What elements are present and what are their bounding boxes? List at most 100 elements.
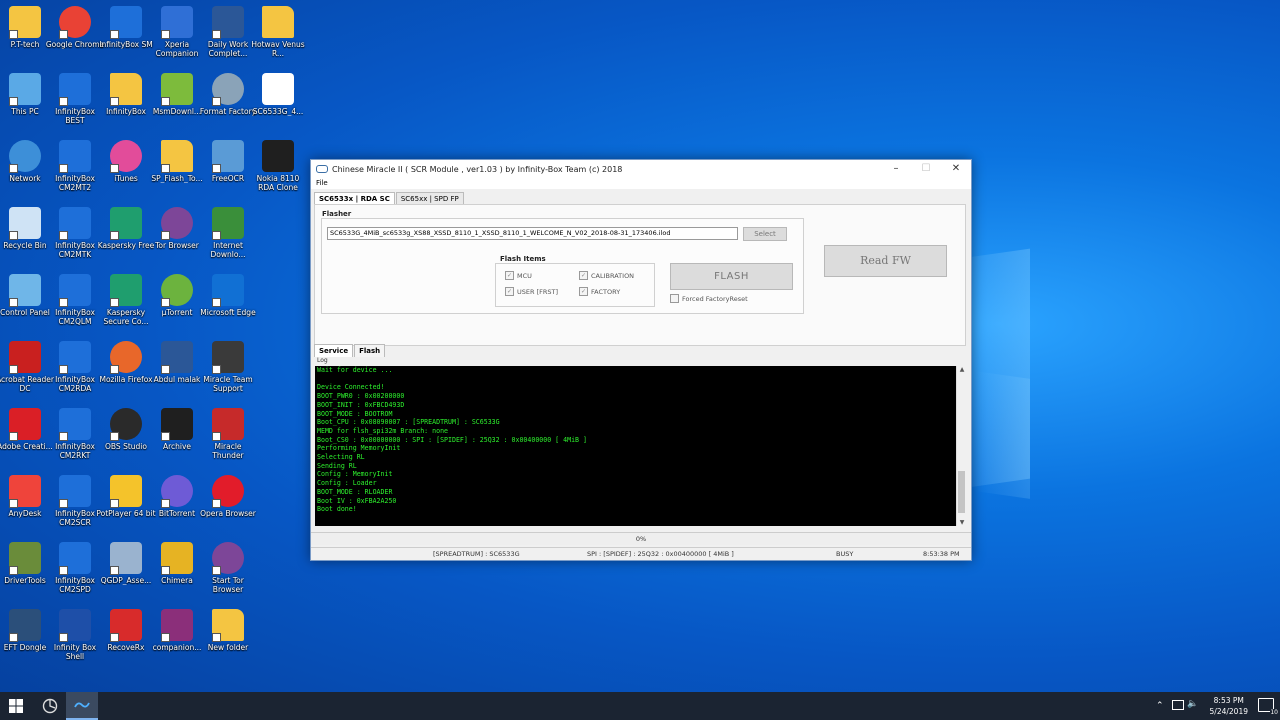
status-state: BUSY (836, 550, 854, 558)
desktop-icon[interactable]: SC6533G_4... (248, 73, 308, 116)
desktop-icon[interactable]: Microsoft Edge (198, 274, 258, 317)
desktop-icon[interactable]: Nokia 8110 RDA Clone (248, 140, 308, 192)
shortcut-arrow-icon (161, 231, 170, 240)
firefox-icon (110, 341, 142, 374)
shortcut-arrow-icon (9, 97, 18, 106)
shortcut-arrow-icon (9, 164, 18, 173)
log-label: Log (317, 357, 328, 364)
folder-icon (161, 140, 193, 173)
chrome-icon (59, 6, 91, 39)
winrar-icon (161, 609, 193, 642)
read-fw-button[interactable]: Read FW (824, 245, 947, 277)
desktop-icon-label: Miracle Thunder (212, 442, 244, 460)
desktop-icon[interactable]: Opera Browser (198, 475, 258, 518)
desktop-icon[interactable]: Hotwav Venus R... (248, 6, 308, 58)
tor-icon (161, 207, 193, 240)
shortcut-arrow-icon (59, 30, 68, 39)
shortcut-arrow-icon (110, 365, 119, 374)
select-button[interactable]: Select (743, 227, 787, 241)
menu-file[interactable]: File (316, 179, 328, 187)
shortcut-arrow-icon (212, 499, 221, 508)
title-bar[interactable]: Chinese Miracle II ( SCR Module , ver1.0… (311, 160, 971, 178)
chevron-up-icon[interactable]: ⌃ (1156, 701, 1164, 711)
log-line: Config : MemoryInit (317, 470, 393, 479)
shortcut-arrow-icon (59, 97, 68, 106)
msm-download-icon (161, 73, 193, 106)
user-frst-checkbox[interactable]: ✓ USER [FRST] (505, 287, 558, 296)
log-scrollbar[interactable]: ▲ ▼ (956, 366, 967, 526)
infinitybox-icon (59, 341, 91, 374)
notification-icon[interactable]: 10 (1258, 698, 1278, 716)
shortcut-arrow-icon (212, 30, 221, 39)
status-bar: [SPREADTRUM] : SC6533G SPI : [SPIDEF] : … (311, 547, 971, 560)
shortcut-arrow-icon (59, 365, 68, 374)
minimize-button[interactable]: – (881, 160, 911, 178)
taskbar-app-infinity[interactable] (66, 692, 98, 720)
desktop-icon[interactable]: Internet Downlo... (198, 207, 258, 259)
miracle-team-icon (212, 341, 244, 374)
shortcut-arrow-icon (161, 432, 170, 441)
kaspersky-icon (110, 207, 142, 240)
infinitybox-icon (59, 73, 91, 106)
shortcut-arrow-icon (110, 633, 119, 642)
factory-checkbox[interactable]: ✓ FACTORY (579, 287, 620, 296)
clock[interactable]: 8:53 PM 5/24/2019 (1210, 695, 1248, 717)
calibration-checkbox[interactable]: ✓ CALIBRATION (579, 271, 634, 280)
start-button[interactable] (0, 692, 32, 720)
chimera-icon (161, 542, 193, 575)
scroll-thumb[interactable] (958, 471, 965, 513)
app-window: Chinese Miracle II ( SCR Module , ver1.0… (310, 159, 972, 561)
word-icon (161, 341, 193, 374)
log-console[interactable]: Wait for device ... Device Connected! BOO… (315, 366, 956, 526)
person-folder-icon (9, 6, 41, 39)
tab-service[interactable]: Service (314, 344, 354, 357)
flash-items-label: Flash Items (500, 255, 546, 263)
close-button[interactable]: ✕ (941, 160, 971, 178)
mcu-checkbox[interactable]: ✓ MCU (505, 271, 532, 280)
shortcut-arrow-icon (59, 499, 68, 508)
flash-button[interactable]: FLASH (670, 263, 793, 290)
desktop-icon-label: Miracle Team Support (203, 375, 253, 393)
shortcut-arrow-icon (212, 231, 221, 240)
network-icon[interactable] (1172, 700, 1184, 710)
desktop-icon[interactable]: New folder (198, 609, 258, 652)
infinitybox-icon (59, 207, 91, 240)
maximize-button[interactable]: ☐ (911, 160, 941, 178)
tab-flash[interactable]: Flash (354, 344, 386, 357)
desktop-icon-label: Hotwav Venus R... (251, 40, 305, 58)
volume-icon[interactable]: 🔈 (1187, 699, 1198, 709)
forced-factory-reset-checkbox[interactable]: Forced FactoryReset (670, 294, 748, 303)
shortcut-arrow-icon (110, 298, 119, 307)
desktop-icon[interactable]: Miracle Team Support (198, 341, 258, 393)
log-line: Selecting RL (317, 453, 365, 462)
shortcut-arrow-icon (9, 231, 18, 240)
status-flash: SPI : [SPIDEF] : 25Q32 : 0x00400000 [ 4M… (587, 550, 734, 558)
firmware-file-field[interactable]: SC6533G_4MiB_sc6533g_XS88_XSSD_8110_1_XS… (327, 227, 738, 240)
log-line: BOOT_INIT : 0xFBCD493D (317, 400, 405, 409)
network-globe-icon (9, 140, 41, 173)
utorrent-icon (161, 274, 193, 307)
shortcut-arrow-icon (110, 566, 119, 575)
desktop-icon[interactable]: Miracle Thunder (198, 408, 258, 460)
clock-time: 8:53 PM (1213, 696, 1244, 705)
shortcut-arrow-icon (212, 365, 221, 374)
shortcut-arrow-icon (212, 298, 221, 307)
scroll-up-arrow-icon[interactable]: ▲ (957, 366, 967, 373)
shortcut-arrow-icon (110, 30, 119, 39)
infinitybox-icon (59, 140, 91, 173)
taskbar-app-miracle[interactable] (34, 692, 66, 720)
shortcut-arrow-icon (59, 566, 68, 575)
shortcut-arrow-icon (110, 231, 119, 240)
shortcut-arrow-icon (9, 30, 18, 39)
log-line: Sending RL (317, 461, 357, 470)
shortcut-arrow-icon (161, 97, 170, 106)
desktop-icon-label: Start Tor Browser (212, 576, 244, 594)
driver-tools-icon (9, 542, 41, 575)
qgdp-icon (110, 542, 142, 575)
scroll-down-arrow-icon[interactable]: ▼ (957, 519, 967, 526)
itunes-icon (110, 140, 142, 173)
shortcut-arrow-icon (161, 298, 170, 307)
shortcut-arrow-icon (161, 499, 170, 508)
format-factory-icon (212, 73, 244, 106)
desktop-icon[interactable]: Start Tor Browser (198, 542, 258, 594)
